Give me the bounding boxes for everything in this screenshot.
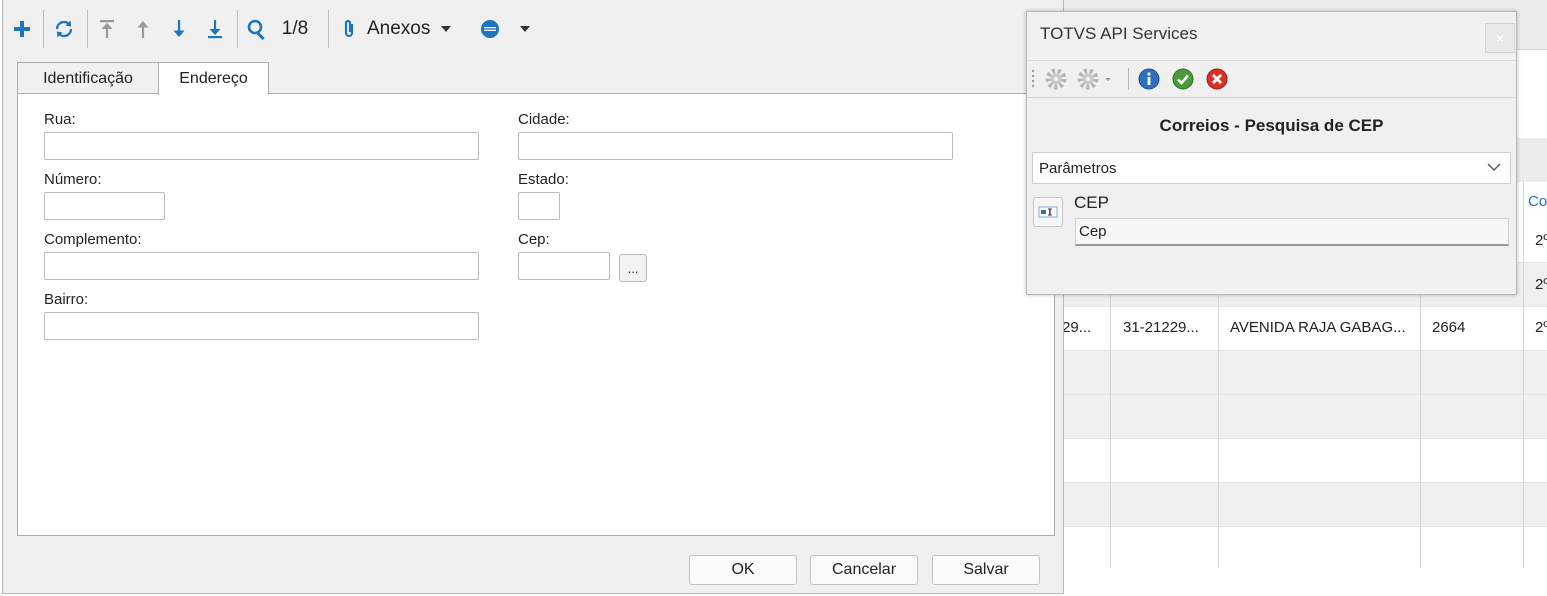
numero-field[interactable] xyxy=(44,192,165,220)
parameters-label: Parâmetros xyxy=(1039,159,1117,177)
record-options-button[interactable] xyxy=(475,14,535,44)
bairro-field[interactable] xyxy=(44,312,479,340)
attachments-button[interactable]: Anexos xyxy=(341,14,471,44)
ok-button[interactable]: OK xyxy=(689,555,797,585)
info-icon[interactable] xyxy=(1137,67,1161,91)
table-cell: 2º xyxy=(1535,319,1547,336)
bairro-label: Bairro: xyxy=(44,291,89,308)
table-cell: 2º xyxy=(1535,276,1547,293)
table-cell: 31-21229... xyxy=(1123,319,1199,336)
table-row[interactable] xyxy=(1060,525,1547,569)
column-divider xyxy=(1523,182,1524,568)
estado-label: Estado: xyxy=(518,171,569,188)
api-services-dialog: TOTVS API Services × Correios - Pesquisa… xyxy=(1026,11,1517,295)
table-row[interactable] xyxy=(1060,439,1547,483)
gear-menu-icon[interactable] xyxy=(1075,66,1115,92)
cidade-field[interactable] xyxy=(518,132,953,160)
table-row[interactable] xyxy=(1060,395,1547,439)
address-panel: Rua: Número: Complemento: Bairro: Cidade… xyxy=(17,93,1055,536)
cep-lookup-button[interactable]: ... xyxy=(619,254,647,282)
toolbar-separator xyxy=(328,10,329,48)
complemento-label: Complemento: xyxy=(44,231,142,248)
toolbar-separator xyxy=(1128,68,1129,90)
numero-label: Número: xyxy=(44,171,102,188)
rua-field[interactable] xyxy=(44,132,479,160)
chevron-down-icon xyxy=(1486,159,1502,179)
background-column-header[interactable]: Co xyxy=(1528,193,1547,210)
grip-icon xyxy=(1031,69,1035,89)
table-cell: 29... xyxy=(1062,319,1092,336)
arrow-down-icon[interactable] xyxy=(165,14,193,44)
table-cell: AVENIDA RAJA GABAG... xyxy=(1230,319,1406,336)
table-row[interactable] xyxy=(1060,351,1547,395)
gear-icon[interactable] xyxy=(1043,66,1069,92)
cidade-label: Cidade: xyxy=(518,111,570,128)
cancel-button[interactable]: Cancelar xyxy=(810,555,918,585)
cep-param-label: CEP xyxy=(1074,193,1109,212)
cep-field[interactable] xyxy=(518,252,610,280)
record-options-icon xyxy=(479,18,501,40)
chevron-down-icon xyxy=(440,25,452,33)
complemento-field[interactable] xyxy=(44,252,479,280)
background-grid-footer xyxy=(1060,568,1547,596)
save-button[interactable]: Salvar xyxy=(932,555,1040,585)
paperclip-icon xyxy=(341,18,357,40)
estado-field[interactable] xyxy=(518,192,560,220)
chevron-down-icon xyxy=(519,25,531,33)
cancel-icon[interactable] xyxy=(1205,67,1229,91)
toolbar-separator xyxy=(87,10,88,48)
table-row[interactable]: 29... 31-21229... AVENIDA RAJA GABAG... … xyxy=(1060,307,1547,351)
record-form-window: 1/8 Anexos Identificação Endereço Rua: N… xyxy=(2,0,1064,594)
rua-label: Rua: xyxy=(44,111,76,128)
tab-endereco[interactable]: Endereço xyxy=(158,62,269,95)
dialog-title: TOTVS API Services xyxy=(1040,24,1198,43)
search-icon[interactable] xyxy=(243,14,271,44)
parameters-dropdown[interactable]: Parâmetros xyxy=(1032,152,1511,184)
dialog-toolbar xyxy=(1027,60,1516,96)
cep-param-input[interactable]: Cep xyxy=(1075,218,1509,246)
record-toolbar: 1/8 Anexos xyxy=(3,0,1063,58)
text-field-icon[interactable] xyxy=(1033,197,1063,227)
refresh-icon[interactable] xyxy=(49,14,79,44)
check-icon[interactable] xyxy=(1171,67,1195,91)
close-button[interactable]: × xyxy=(1485,23,1515,53)
dialog-heading: Correios - Pesquisa de CEP xyxy=(1159,116,1384,135)
table-row[interactable] xyxy=(1060,483,1547,527)
attachments-label: Anexos xyxy=(367,18,431,39)
toolbar-separator xyxy=(43,10,44,48)
cep-label: Cep: xyxy=(518,231,550,248)
arrow-last-icon[interactable] xyxy=(201,14,229,44)
table-cell: 2º xyxy=(1535,232,1547,249)
arrow-up-icon[interactable] xyxy=(129,14,157,44)
close-icon: × xyxy=(1495,30,1505,46)
tab-identificacao[interactable]: Identificação xyxy=(17,62,159,94)
toolbar-separator xyxy=(237,10,238,48)
table-cell: 2664 xyxy=(1432,319,1466,336)
plus-icon[interactable] xyxy=(9,14,35,44)
arrow-first-icon[interactable] xyxy=(93,14,121,44)
record-counter: 1/8 xyxy=(281,18,309,39)
